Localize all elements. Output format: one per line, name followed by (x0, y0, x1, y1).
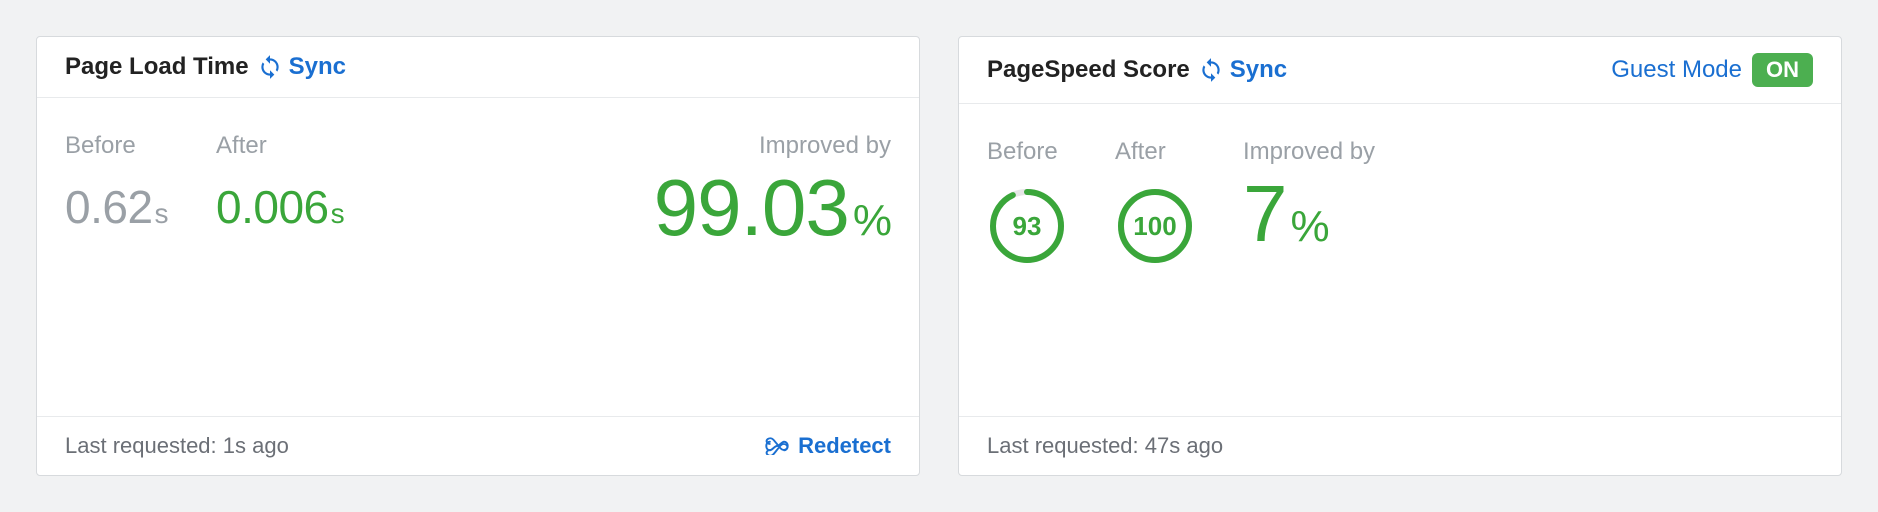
card-body: Before 0.62s After 0.006s Improved by 99… (37, 98, 919, 416)
before-label: Before (987, 138, 1067, 166)
card-title: PageSpeed Score (987, 56, 1190, 84)
guest-mode-label: Guest Mode (1611, 56, 1742, 84)
last-requested-text: Last requested: 1s ago (65, 433, 289, 459)
redetect-label: Redetect (798, 433, 891, 459)
before-score: 93 (987, 186, 1067, 266)
card-footer: Last requested: 47s ago (959, 416, 1841, 475)
redetect-button[interactable]: Redetect (764, 433, 891, 459)
sync-icon (1198, 57, 1224, 83)
sync-button[interactable]: Sync (1198, 56, 1287, 84)
after-score: 100 (1115, 186, 1195, 266)
sync-label: Sync (1230, 56, 1287, 84)
infinity-icon (764, 437, 790, 455)
on-badge: ON (1752, 53, 1813, 87)
before-label: Before (65, 132, 168, 160)
improved-value: 99.03% (654, 168, 891, 248)
card-body: Before 93 After 100 Improved by (959, 104, 1841, 416)
after-column: After 0.006s (216, 132, 344, 234)
improved-column: Improved by 7% (1243, 138, 1375, 254)
last-requested-text: Last requested: 47s ago (987, 433, 1223, 459)
before-column: Before 0.62s (65, 132, 168, 234)
improved-label: Improved by (1243, 138, 1375, 166)
card-header: PageSpeed Score Sync Guest Mode ON (959, 37, 1841, 104)
score-ring-after: 100 (1115, 186, 1195, 266)
improved-column: Improved by 99.03% (654, 132, 891, 248)
score-ring-before: 93 (987, 186, 1067, 266)
sync-button[interactable]: Sync (257, 53, 346, 81)
improved-label: Improved by (654, 132, 891, 160)
after-label: After (216, 132, 344, 160)
before-value: 0.62s (65, 180, 168, 234)
sync-label: Sync (289, 53, 346, 81)
card-page-load-time: Page Load Time Sync Before 0.62s After 0… (36, 36, 920, 476)
before-column: Before 93 (987, 138, 1067, 266)
guest-mode-toggle[interactable]: Guest Mode ON (1611, 53, 1813, 87)
card-footer: Last requested: 1s ago Redetect (37, 416, 919, 475)
card-title: Page Load Time (65, 53, 249, 81)
after-column: After 100 (1115, 138, 1195, 266)
card-header: Page Load Time Sync (37, 37, 919, 98)
after-label: After (1115, 138, 1195, 166)
after-value: 0.006s (216, 180, 344, 234)
sync-icon (257, 54, 283, 80)
improved-value: 7% (1243, 174, 1375, 254)
card-pagespeed-score: PageSpeed Score Sync Guest Mode ON Befor… (958, 36, 1842, 476)
